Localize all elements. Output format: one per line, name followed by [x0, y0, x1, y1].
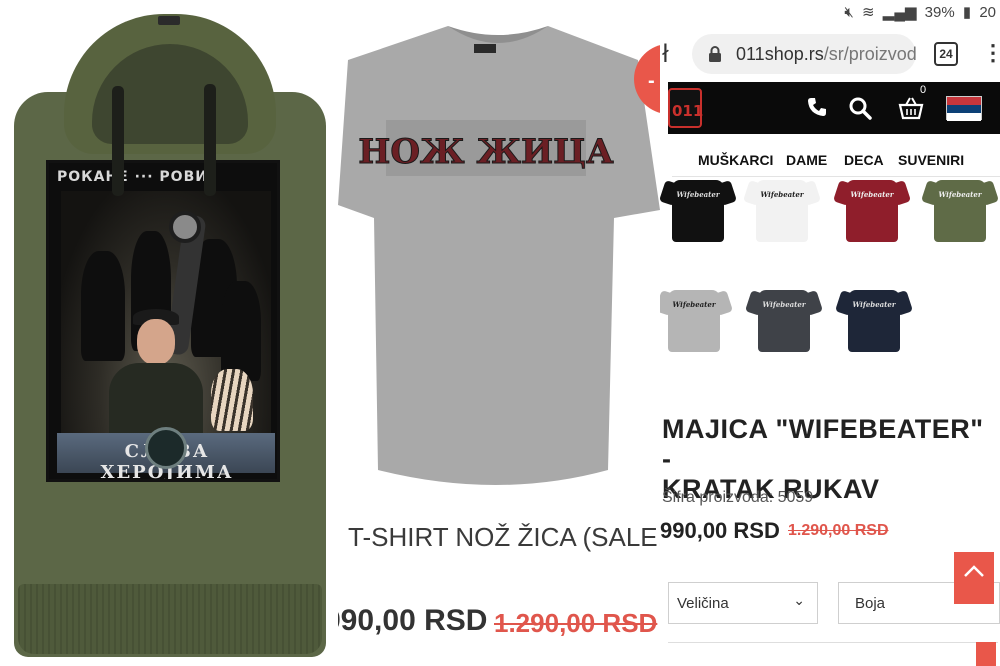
hoodie-print: РОКАНЕ ··· РОВИ СЛАВА ХЕРОЈИМА — [46, 160, 280, 482]
thumb-logo-text: Wifebeater — [760, 190, 804, 199]
sale-price: 990,00 RSD — [660, 518, 780, 543]
url-text: 011shop.rs/sr/proizvod — [736, 44, 917, 65]
color-swatch-thumb[interactable]: Wifebeater — [660, 180, 738, 248]
print-top-text: РОКАНЕ ··· РОВИ — [57, 169, 208, 185]
color-swatch-thumb[interactable]: Wifebeater — [834, 290, 914, 358]
status-icons: 🔇︎ ≋ ▂▄▆ 39% ▮ 20 — [840, 3, 996, 21]
size-select[interactable]: Veličina ⌄ — [668, 582, 818, 624]
shirt-print-text: НОЖ ЖИЦА — [358, 132, 614, 172]
thumb-logo-text: Wifebeater — [762, 300, 806, 309]
color-select-label: Boja — [855, 595, 886, 612]
address-bar[interactable]: 011shop.rs/sr/proizvod — [692, 34, 917, 74]
color-swatch-thumb[interactable]: Wifebeater — [744, 290, 824, 358]
emblem-icon — [145, 427, 187, 469]
product-title-line-1: MAJICA "WIFEBEATER" - — [662, 414, 984, 474]
browser-menu-icon[interactable]: ⋮ — [982, 40, 1000, 66]
serbian-flag-icon[interactable] — [946, 96, 982, 121]
thumb-logo-text: Wifebeater — [672, 300, 716, 309]
nav-item-dame[interactable]: DAME — [786, 152, 827, 168]
original-price: 1.290,00 RSD — [788, 522, 889, 539]
cart-count: 0 — [920, 84, 927, 96]
color-swatch-thumb[interactable]: Wifebeater — [660, 290, 734, 358]
sale-price: 990,00 RSD — [338, 604, 488, 637]
wifi-icon: ≋ — [862, 4, 875, 21]
home-icon[interactable]: ł — [662, 40, 669, 68]
battery-percent: 39% — [924, 4, 955, 21]
site-header: 011 0 — [668, 82, 1000, 134]
color-swatch-thumb[interactable]: Wifebeater — [832, 180, 912, 248]
hood-tag — [158, 16, 180, 25]
hoodie-drawstring — [204, 84, 216, 196]
bottom-action-button[interactable] — [976, 642, 996, 666]
url-domain: 011shop.rs — [736, 44, 824, 64]
nav-item-muskarci[interactable]: MUŠKARCI — [698, 152, 773, 168]
scroll-to-top-button[interactable] — [954, 552, 994, 604]
site-logo-text: 011 — [672, 102, 704, 120]
chevron-up-icon — [964, 565, 984, 577]
size-select-label: Veličina — [677, 595, 729, 612]
product-caption: T-SHIRT NOŽ ŽICA (SALE!) — [348, 522, 660, 552]
nav-item-suveniri[interactable]: SUVENIRI — [898, 152, 964, 168]
hoodie-drawstring — [112, 86, 124, 196]
hoodie-waistband — [18, 584, 322, 654]
site-logo[interactable]: 011 — [668, 88, 704, 128]
thumb-logo-text: Wifebeater — [850, 190, 894, 199]
mute-icon: 🔇︎ — [844, 4, 854, 21]
original-price: 1.290,00 RSD — [494, 608, 658, 638]
battery-icon: ▮ — [962, 4, 972, 21]
clock: 20 — [979, 4, 996, 21]
url-path: /sr/proizvod — [823, 44, 917, 64]
signal-icon: ▂▄▆ — [882, 4, 917, 21]
sale-badge-text: - — [648, 70, 655, 92]
figure — [221, 281, 261, 381]
collage: РОКАНЕ ··· РОВИ СЛАВА ХЕРОЈИМА — [0, 0, 1000, 666]
browser-toolbar: ł 011shop.rs/sr/proizvod 24 ⋮ — [660, 28, 1000, 80]
figure — [81, 251, 125, 361]
tiger-cub — [211, 369, 253, 431]
thumb-logo-text: Wifebeater — [676, 190, 720, 199]
tshirt-graphic: НОЖ ЖИЦА — [338, 26, 660, 485]
print-scene — [61, 191, 271, 459]
color-swatch-thumb[interactable]: Wifebeater — [742, 180, 822, 248]
thumb-logo-text: Wifebeater — [938, 190, 982, 199]
lock-icon — [709, 46, 721, 62]
divider — [672, 176, 1000, 177]
tab-count-button[interactable]: 24 — [934, 42, 958, 66]
thumb-logo-text: Wifebeater — [852, 300, 896, 309]
tshirt-image: НОЖ ЖИЦА - T-SHIRT NOŽ ŽICA (SALE!) 990,… — [338, 0, 660, 666]
color-swatch-thumb[interactable]: Wifebeater — [920, 180, 1000, 248]
phone-icon[interactable] — [806, 96, 828, 118]
product-code: Šifra proizvoda: 5059 — [662, 489, 814, 506]
divider — [668, 642, 998, 643]
person-body — [109, 363, 203, 433]
shop-screenshot: 🔇︎ ≋ ▂▄▆ 39% ▮ 20 ł 011shop.rs/sr/proizv… — [660, 0, 1000, 666]
search-icon[interactable] — [848, 96, 872, 120]
status-bar: 🔇︎ ≋ ▂▄▆ 39% ▮ 20 — [660, 0, 1000, 26]
person-face — [137, 319, 175, 365]
basket-icon[interactable] — [898, 96, 924, 120]
main-nav: MUŠKARCI DAME DECA SUVENIRI — [660, 146, 1000, 176]
gun-muzzle — [169, 211, 201, 243]
chevron-down-icon: ⌄ — [793, 593, 805, 609]
nav-item-deca[interactable]: DECA — [844, 152, 884, 168]
hoodie-image: РОКАНЕ ··· РОВИ СЛАВА ХЕРОЈИМА — [0, 0, 338, 666]
